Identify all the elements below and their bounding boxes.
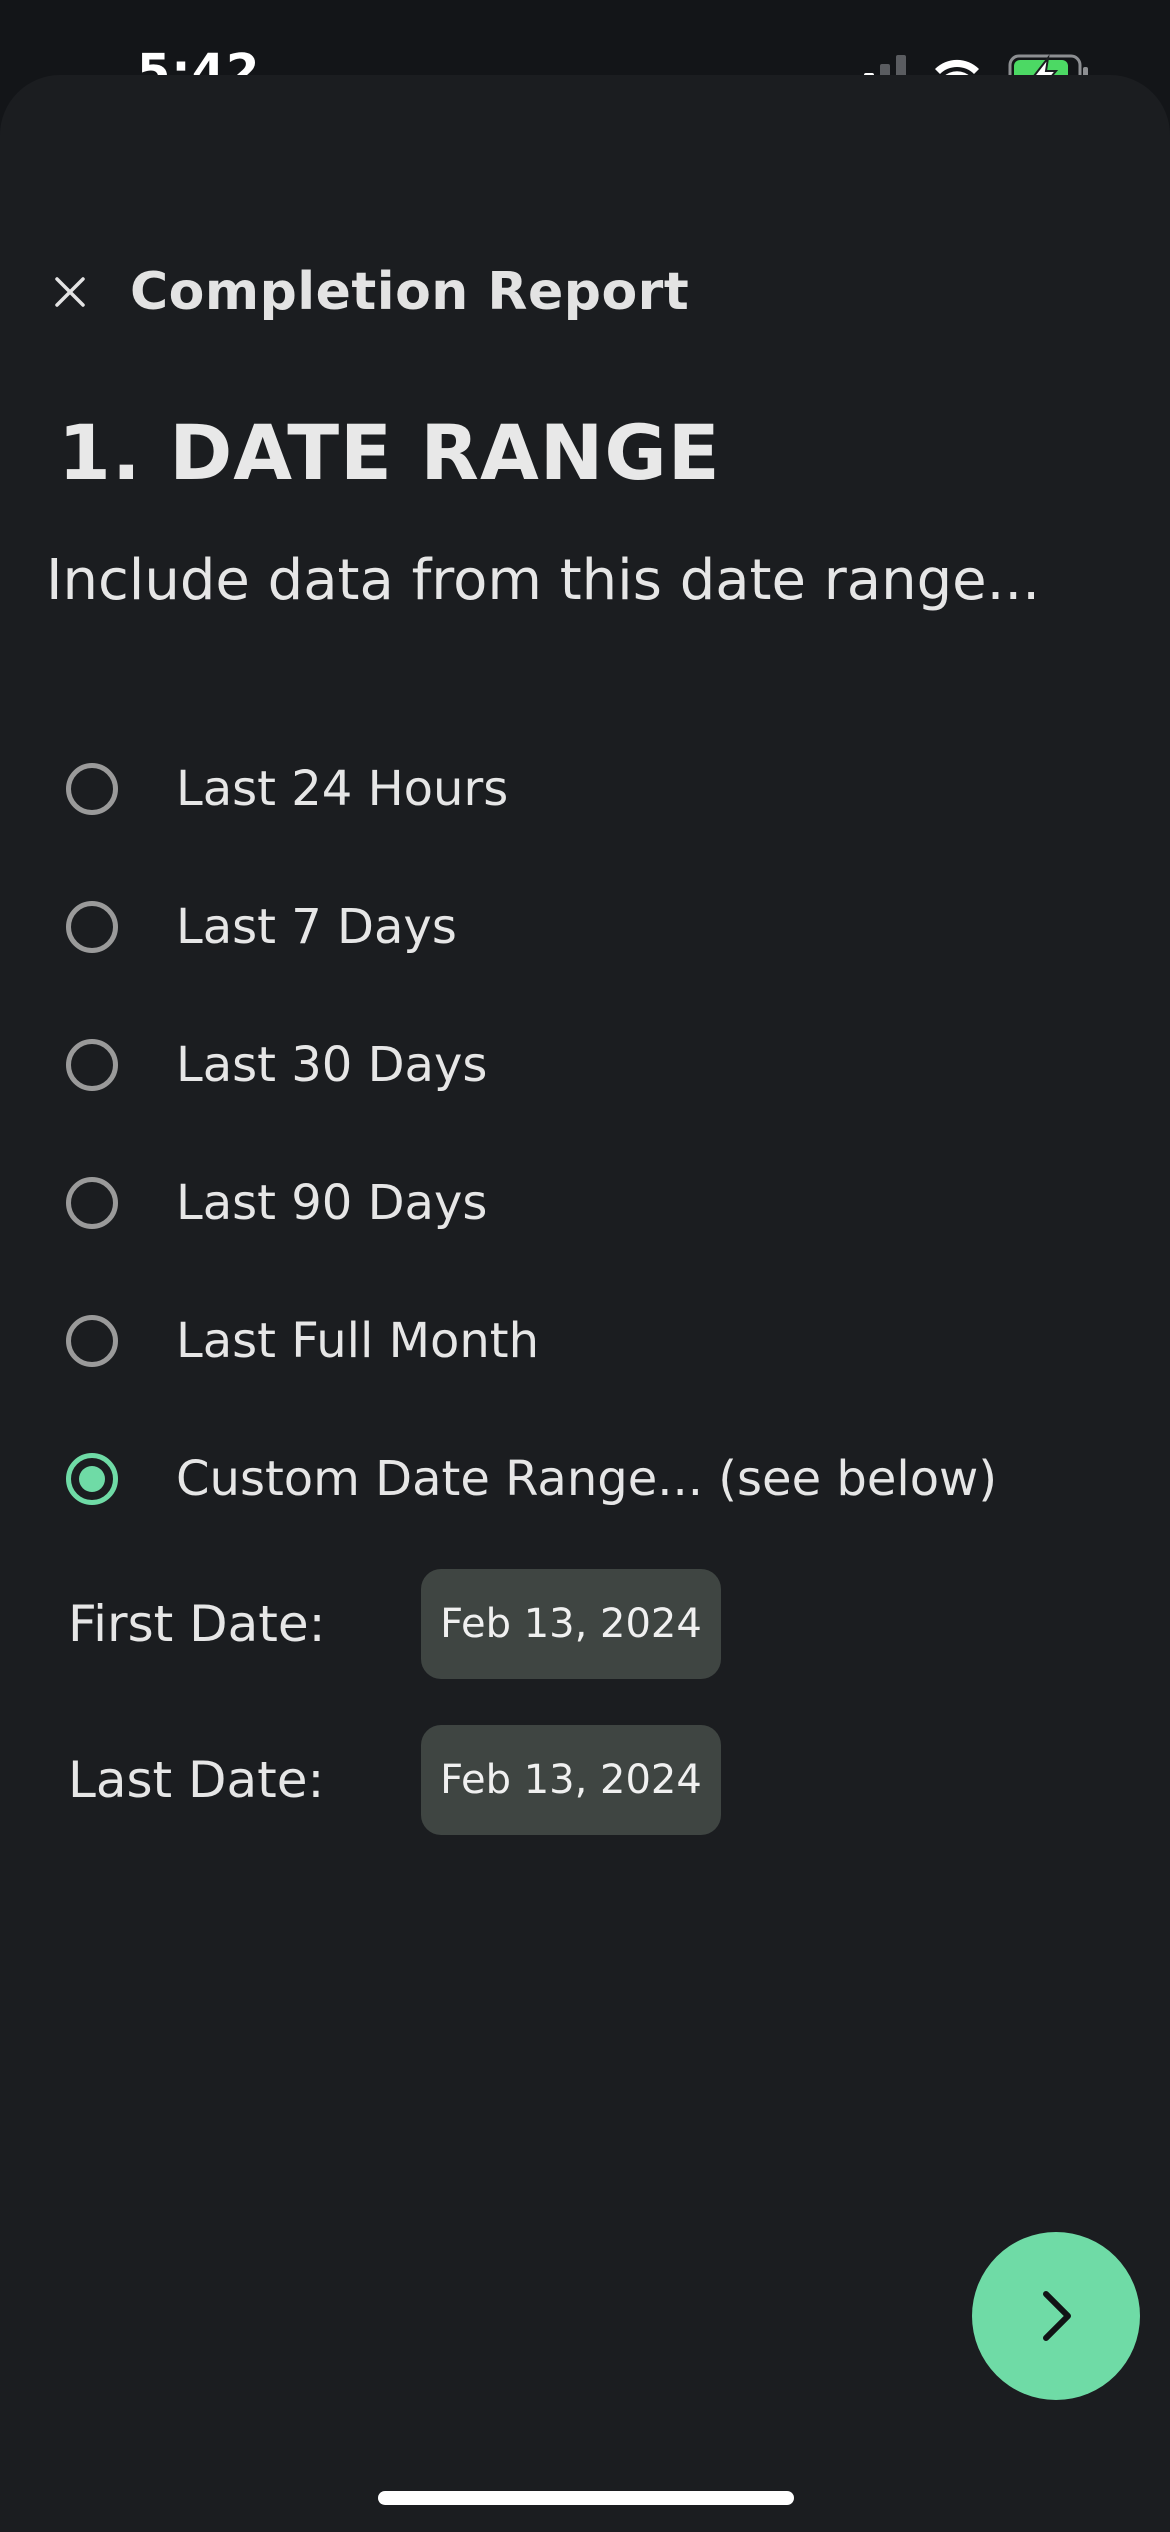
option-custom-date-range[interactable]: Custom Date Range... (see below)	[66, 1410, 1106, 1548]
option-last-24-hours[interactable]: Last 24 Hours	[66, 720, 1106, 858]
option-label: Custom Date Range... (see below)	[176, 1451, 998, 1507]
first-date-row: First Date: Feb 13, 2024	[68, 1569, 721, 1679]
option-label: Last Full Month	[176, 1313, 540, 1369]
option-label: Last 7 Days	[176, 899, 457, 955]
home-indicator[interactable]	[378, 2491, 794, 2505]
radio-button[interactable]	[66, 1315, 118, 1367]
header: Completion Report	[48, 262, 689, 322]
section-description: Include data from this date range...	[46, 548, 1040, 613]
option-label: Last 24 Hours	[176, 761, 509, 817]
chevron-right-icon	[1043, 2291, 1071, 2341]
page-title: Completion Report	[130, 262, 690, 322]
first-date-picker[interactable]: Feb 13, 2024	[421, 1569, 721, 1679]
last-date-label: Last Date:	[68, 1751, 325, 1809]
first-date-label: First Date:	[68, 1595, 326, 1653]
radio-button[interactable]	[66, 1039, 118, 1091]
option-last-7-days[interactable]: Last 7 Days	[66, 858, 1106, 996]
option-label: Last 30 Days	[176, 1037, 488, 1093]
option-last-full-month[interactable]: Last Full Month	[66, 1272, 1106, 1410]
radio-button[interactable]	[66, 763, 118, 815]
close-icon	[55, 277, 85, 307]
close-button[interactable]	[48, 270, 92, 314]
option-last-30-days[interactable]: Last 30 Days	[66, 996, 1106, 1134]
last-date-picker[interactable]: Feb 13, 2024	[421, 1725, 721, 1835]
radio-button[interactable]	[66, 901, 118, 953]
option-last-90-days[interactable]: Last 90 Days	[66, 1134, 1106, 1272]
radio-button[interactable]	[66, 1177, 118, 1229]
option-label: Last 90 Days	[176, 1175, 488, 1231]
last-date-row: Last Date: Feb 13, 2024	[68, 1725, 721, 1835]
next-button[interactable]	[972, 2232, 1140, 2400]
date-range-options: Last 24 Hours Last 7 Days Last 30 Days L…	[66, 720, 1106, 1548]
radio-button-selected[interactable]	[66, 1453, 118, 1505]
section-title: 1. DATE RANGE	[58, 408, 721, 497]
